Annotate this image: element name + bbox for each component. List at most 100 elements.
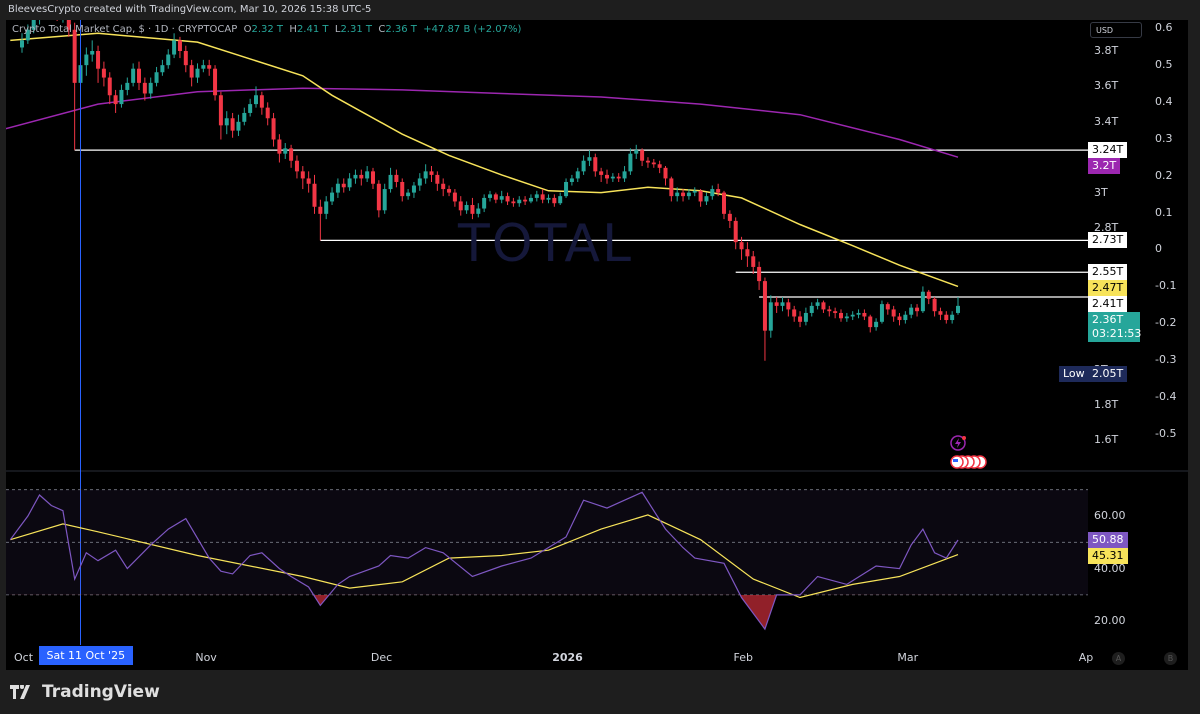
percent-tick: 0.1 xyxy=(1155,205,1173,219)
candle-body xyxy=(470,204,475,214)
candle xyxy=(821,300,826,313)
candle-body xyxy=(137,68,141,83)
candle xyxy=(599,167,604,182)
candle-body xyxy=(376,183,381,211)
candle-body xyxy=(271,118,276,140)
candle xyxy=(183,45,188,73)
candle-body xyxy=(417,178,422,186)
candle-body xyxy=(43,1,47,12)
currency-selector[interactable]: USD xyxy=(1090,22,1142,38)
candle-body xyxy=(411,185,416,193)
candle xyxy=(698,189,703,207)
candle-body xyxy=(786,302,791,310)
candle xyxy=(552,194,557,207)
candle-body xyxy=(768,302,773,331)
candle xyxy=(341,178,346,193)
brand-name: TradingView xyxy=(42,682,160,702)
candle xyxy=(774,297,779,313)
candle-body xyxy=(183,51,188,66)
candle-body xyxy=(950,314,955,321)
candle-body xyxy=(926,291,931,299)
price-tick: 3.8T xyxy=(1094,44,1119,57)
candle-body xyxy=(90,51,95,55)
candle-body xyxy=(458,201,463,211)
candle-body xyxy=(435,174,440,184)
candle xyxy=(330,187,335,205)
candle-body xyxy=(675,192,680,197)
candle xyxy=(20,33,24,53)
candle-body xyxy=(932,298,937,312)
candle xyxy=(148,77,153,99)
candle-body xyxy=(172,40,177,55)
candle xyxy=(809,302,814,317)
candle xyxy=(651,158,656,168)
candle-body xyxy=(868,316,873,328)
candle xyxy=(62,20,64,23)
candle-body xyxy=(505,196,510,202)
candle xyxy=(265,102,270,126)
candle-body xyxy=(131,68,136,83)
candle-body xyxy=(815,302,820,306)
low-badge-label: Low xyxy=(1059,365,1089,382)
candle xyxy=(950,311,955,324)
candle-body xyxy=(107,77,112,96)
candle-body xyxy=(294,160,299,172)
candle-body xyxy=(616,176,621,179)
candle xyxy=(634,144,639,159)
auto-scale-button[interactable]: A xyxy=(1112,652,1125,665)
candle-body xyxy=(359,174,364,179)
candle xyxy=(897,312,902,326)
log-scale-button[interactable]: B xyxy=(1164,652,1177,665)
candle-body xyxy=(283,148,288,154)
symbol-title[interactable]: Crypto Total Market Cap, $ · 1D · CRYPTO… xyxy=(12,24,237,35)
notification-dot-icon xyxy=(962,436,966,440)
percent-tick: 0.6 xyxy=(1155,21,1173,34)
candle-body xyxy=(230,118,235,131)
candle-body xyxy=(189,65,194,78)
candle-body xyxy=(885,304,890,310)
candle-body xyxy=(552,197,557,204)
candle xyxy=(447,185,452,197)
candle-body xyxy=(569,178,574,182)
candle xyxy=(663,166,668,186)
candle-body xyxy=(891,309,896,317)
candle xyxy=(294,155,299,179)
candle-body xyxy=(897,316,902,321)
candle xyxy=(406,189,411,200)
candle-body xyxy=(406,192,411,197)
candle-body xyxy=(452,192,457,202)
change-value: +47.87 B (+2.07%) xyxy=(423,24,522,35)
candle xyxy=(435,171,440,191)
high-label: H xyxy=(289,24,297,35)
candle-body xyxy=(248,104,253,113)
price-tick: 1.6T xyxy=(1094,433,1119,447)
candle xyxy=(423,164,428,184)
candle xyxy=(49,0,53,7)
candle xyxy=(803,307,808,326)
candle-body xyxy=(236,121,241,131)
open-value: 2.32 T xyxy=(251,24,284,35)
candle-body xyxy=(850,314,855,317)
candle xyxy=(400,178,405,202)
candle xyxy=(581,155,586,175)
candle xyxy=(780,297,785,312)
candle xyxy=(113,89,118,113)
price-pane xyxy=(6,0,1088,361)
candle xyxy=(382,183,387,214)
candle-body xyxy=(803,312,808,322)
candle xyxy=(107,72,112,105)
candle xyxy=(564,178,569,198)
candle-body xyxy=(558,196,563,204)
candle-body xyxy=(663,167,668,179)
ma-long-line xyxy=(6,87,959,158)
candle xyxy=(277,134,282,163)
candle-body xyxy=(347,178,352,188)
candle xyxy=(534,190,539,202)
candle xyxy=(628,148,633,175)
candle-body xyxy=(587,157,592,161)
candle xyxy=(230,112,235,138)
candle xyxy=(207,59,212,76)
chart-canvas[interactable] xyxy=(0,0,1200,714)
events xyxy=(950,435,987,469)
rsi-tick: 20.00 xyxy=(1094,614,1126,628)
